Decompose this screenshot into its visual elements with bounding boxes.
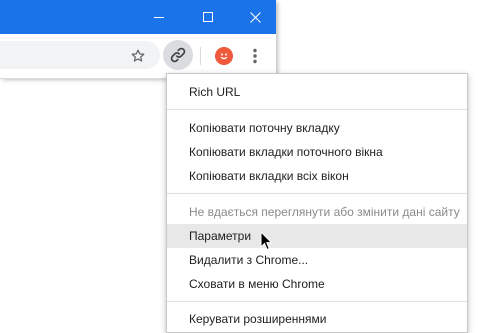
kebab-menu-icon xyxy=(253,48,257,64)
profile-avatar-button[interactable] xyxy=(215,47,233,65)
bookmark-star-button[interactable] xyxy=(128,46,148,66)
toolbar-separator xyxy=(200,47,201,65)
maximize-icon xyxy=(203,12,213,22)
menu-item-site-access: Не вдається переглянути або змінити дані… xyxy=(189,205,460,219)
minimize-button[interactable] xyxy=(136,0,182,34)
menu-separator xyxy=(167,193,467,194)
menu-item-hide-in-chrome-menu[interactable]: Сховати в меню Chrome xyxy=(167,272,467,296)
chrome-menu-button[interactable] xyxy=(247,46,263,66)
title-bar xyxy=(0,0,276,34)
menu-item-copy-all-tabs[interactable]: Копіювати вкладки всіх вікон xyxy=(167,164,467,188)
menu-item-remove-from-chrome[interactable]: Видалити з Chrome... xyxy=(167,248,467,272)
smiley-avatar-icon xyxy=(220,53,228,60)
close-icon xyxy=(249,11,261,23)
maximize-button[interactable] xyxy=(185,0,231,34)
screen: Rich URL Копіювати поточну вкладку Копію… xyxy=(0,0,478,333)
menu-separator xyxy=(167,301,467,302)
mouse-pointer-icon xyxy=(260,231,273,251)
menu-item-copy-window-tabs[interactable]: Копіювати вкладки поточного вікна xyxy=(167,140,467,164)
extension-context-menu: Rich URL Копіювати поточну вкладку Копію… xyxy=(166,73,468,333)
menu-separator xyxy=(167,109,467,110)
minimize-icon xyxy=(154,17,164,18)
link-icon xyxy=(170,47,186,63)
browser-window xyxy=(0,0,276,79)
menu-item-extension-name[interactable]: Rich URL xyxy=(167,80,467,104)
close-button[interactable] xyxy=(232,0,278,34)
rich-url-extension-button[interactable] xyxy=(163,40,193,70)
menu-item-copy-current-tab[interactable]: Копіювати поточну вкладку xyxy=(167,116,467,140)
menu-item-manage-extensions[interactable]: Керувати розширеннями xyxy=(167,307,467,331)
star-icon xyxy=(131,49,145,62)
menu-item-options[interactable]: Параметри xyxy=(167,224,467,248)
